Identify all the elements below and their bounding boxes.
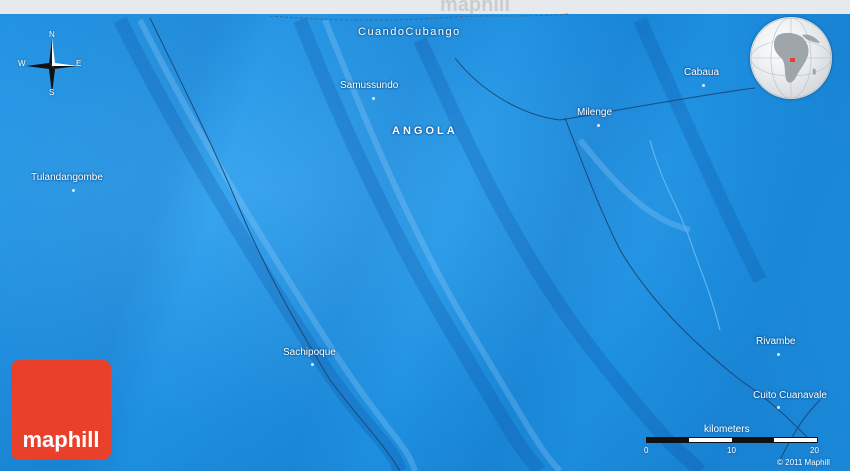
place-label-cuito-cuanavale[interactable]: Cuito Cuanavale: [753, 390, 827, 401]
scale-tick: 0: [644, 446, 649, 455]
compass-north: N: [49, 30, 55, 39]
place-dot: [372, 97, 375, 100]
scale-tick: 20: [810, 446, 819, 455]
place-dot: [777, 406, 780, 409]
scale-segment: [732, 438, 774, 442]
region-label: CuandoCubango: [358, 26, 461, 38]
ridge-shadow: [633, 17, 767, 284]
place-label-samussundo[interactable]: Samussundo: [340, 80, 398, 91]
maphill-logo[interactable]: maphill: [11, 360, 111, 460]
place-dot: [777, 353, 780, 356]
ridge-shadow: [413, 37, 706, 471]
place-dot: [72, 189, 75, 192]
compass-south: S: [49, 88, 55, 97]
ridge-highlight: [577, 138, 691, 233]
scale-tick: 10: [727, 446, 736, 455]
place-label-milenge[interactable]: Milenge: [577, 107, 612, 118]
logo-text: maphill: [22, 427, 100, 452]
place-dot: [597, 124, 600, 127]
locator-globe[interactable]: [750, 17, 832, 99]
compass-rose: N S E W: [18, 30, 86, 100]
terrain-layer: [113, 13, 821, 471]
place-label-tulandangombe[interactable]: Tulandangombe: [31, 172, 103, 183]
place-dot: [702, 84, 705, 87]
scale-segment: [647, 438, 689, 442]
map-canvas[interactable]: maphill N S E W CuandoCubango ANGOLA Sam…: [0, 0, 850, 471]
copyright-notice: © 2011 Maphill: [777, 458, 830, 467]
scale-bar-graphic: [646, 437, 818, 443]
compass-west: W: [18, 59, 26, 68]
compass-east: E: [76, 59, 82, 68]
place-dot: [311, 363, 314, 366]
province-boundary: [269, 13, 571, 21]
country-label: ANGOLA: [392, 125, 458, 137]
globe-africa-icon: [750, 17, 832, 99]
place-label-sachipoque[interactable]: Sachipoque: [283, 347, 336, 358]
scale-bar: kilometers 0 10 20: [644, 424, 826, 460]
scale-title: kilometers: [704, 424, 750, 435]
place-label-cabaua[interactable]: Cabaua: [684, 67, 719, 78]
ridge-shadow: [293, 17, 546, 471]
location-marker-icon: [790, 58, 795, 62]
place-label-rivambe[interactable]: Rivambe: [756, 336, 795, 347]
